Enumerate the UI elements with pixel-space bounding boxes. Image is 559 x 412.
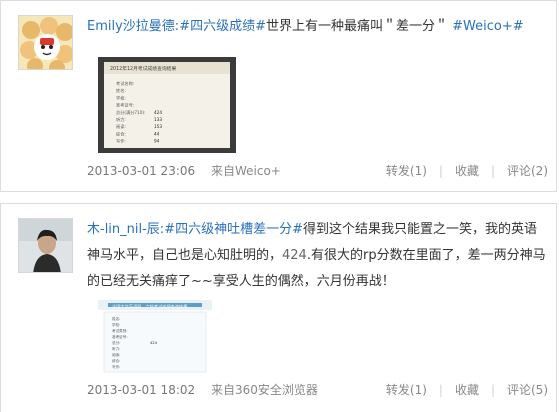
topic-tag-link[interactable]: #四六级神吐槽差一分# [164,222,303,237]
weibo-post: Emily沙拉曼德:#四六级成绩#世界上有一种最痛叫＂差一分＂ #Weico+#… [0,0,557,192]
post-time[interactable]: 2013-03-01 23:06 [87,164,195,178]
avatar[interactable] [18,218,73,273]
source-link[interactable]: 360安全浏览器 [235,383,318,397]
attachment-title: 2012年12月考试成绩查询结果 [110,65,176,72]
score-screenshot-image: 全国大学英语四、六级考试成绩查询结果姓名:学校:考试类别:准考证号:总分: 424… [98,300,212,374]
post-time[interactable]: 2013-03-01 18:02 [87,383,195,397]
attachment-row-label: 综合: [112,358,120,363]
avatar-cookies-image [19,16,72,69]
attachment-row-label: 写作: [112,364,120,369]
attachment-row-label: 阅读: [116,123,126,130]
source-prefix: 来自 [210,383,235,397]
attachment-row-value: 153 [154,124,162,129]
comment-button[interactable]: 评论(5) [507,383,548,397]
attachment-row-label: 总分(满分710): [116,109,145,116]
post-text: 木-lin_nil-辰:#四六级神吐槽差一分#得到这个结果我只能置之一笑，我的英… [87,217,546,295]
attachment-row-label: 准考证号: [116,102,134,109]
attachment-row-label: 学校: [112,322,120,327]
post-meta: 2013-03-01 18:02 来自360安全浏览器 转发(1) | 收藏 | 评论(… [87,380,548,400]
post-meta: 2013-03-01 23:06 来自Weico+ 转发(1) | 收藏 | 评论(2) [87,161,548,181]
avatar-person-photo [19,219,72,272]
divider: | [438,383,443,397]
attachment-row-value: 424 [154,110,162,115]
weibo-post: 木-lin_nil-辰:#四六级神吐槽差一分#得到这个结果我只能置之一笑，我的英… [0,203,557,412]
post-source: 来自Weico+ [211,164,281,178]
attachment-row-label: 学校: [116,94,126,101]
divider: | [490,383,495,397]
post-text: Emily沙拉曼德:#四六级成绩#世界上有一种最痛叫＂差一分＂ #Weico+# [87,14,546,40]
attachment-row-label: 考试类别: [112,328,128,333]
attachment-row-label: 总分: [112,340,120,345]
attachment-row-label: 听力: [112,346,120,351]
post-source: 来自360安全浏览器 [211,383,318,397]
topic-tag-link[interactable]: #四六级成绩# [179,19,266,34]
attachment-row-label: 姓名: [116,87,126,94]
post-body: 世界上有一种最痛叫＂差一分＂ [265,19,448,34]
author-link[interactable]: Emily沙拉曼德: [87,19,179,34]
attached-image-thumbnail[interactable]: 2012年12月考试成绩查询结果考试名称: 姓名: 学校: 准考证号: 总分(满分710… [98,57,236,153]
repost-button[interactable]: 转发(1) [386,383,427,397]
attachment-row-label: 阅读: [112,352,120,357]
topic-tag-link-2[interactable]: #Weico+# [452,19,523,34]
score-number: 424 [282,248,307,263]
attachment-title: 全国大学英语四、六级考试成绩查询结果 [112,303,188,310]
post-actions: 转发(1) | 收藏 | 评论(2) [386,161,548,181]
attachment-row-label: 准考证号: [112,334,128,339]
repost-button[interactable]: 转发(1) [386,164,427,178]
favorite-button[interactable]: 收藏 [455,383,479,397]
attachment-row-label: 姓名: [112,316,120,321]
attachment-row-label: 听力: [116,116,126,123]
attachment-row-value: 44 [154,131,160,136]
author-link[interactable]: 木-lin_nil-辰: [87,222,164,237]
divider: | [490,164,495,178]
score-screenshot-image: 2012年12月考试成绩查询结果考试名称:姓名:学校:准考证号:总分(满分710… [98,57,236,153]
favorite-button[interactable]: 收藏 [455,164,479,178]
attachment-row-label: 考试名称: [116,80,134,87]
attachment-row-value: 94 [154,139,160,144]
attached-image-thumbnail[interactable]: 全国大学英语四、六级考试成绩查询结果 姓名: 学校: 考试类别: 准考证号: 总分: 424… [98,300,212,374]
attachment-row-label: 写作: [116,138,126,145]
attachment-row-value: 424 [150,341,158,345]
source-prefix: 来自 [210,164,235,178]
post-actions: 转发(1) | 收藏 | 评论(5) [386,380,548,400]
avatar[interactable] [18,15,73,70]
source-link[interactable]: Weico+ [235,164,281,178]
attachment-row-value: 133 [154,117,162,122]
comment-button[interactable]: 评论(2) [507,164,548,178]
attachment-row-label: 综合: [116,130,126,137]
divider: | [438,164,443,178]
